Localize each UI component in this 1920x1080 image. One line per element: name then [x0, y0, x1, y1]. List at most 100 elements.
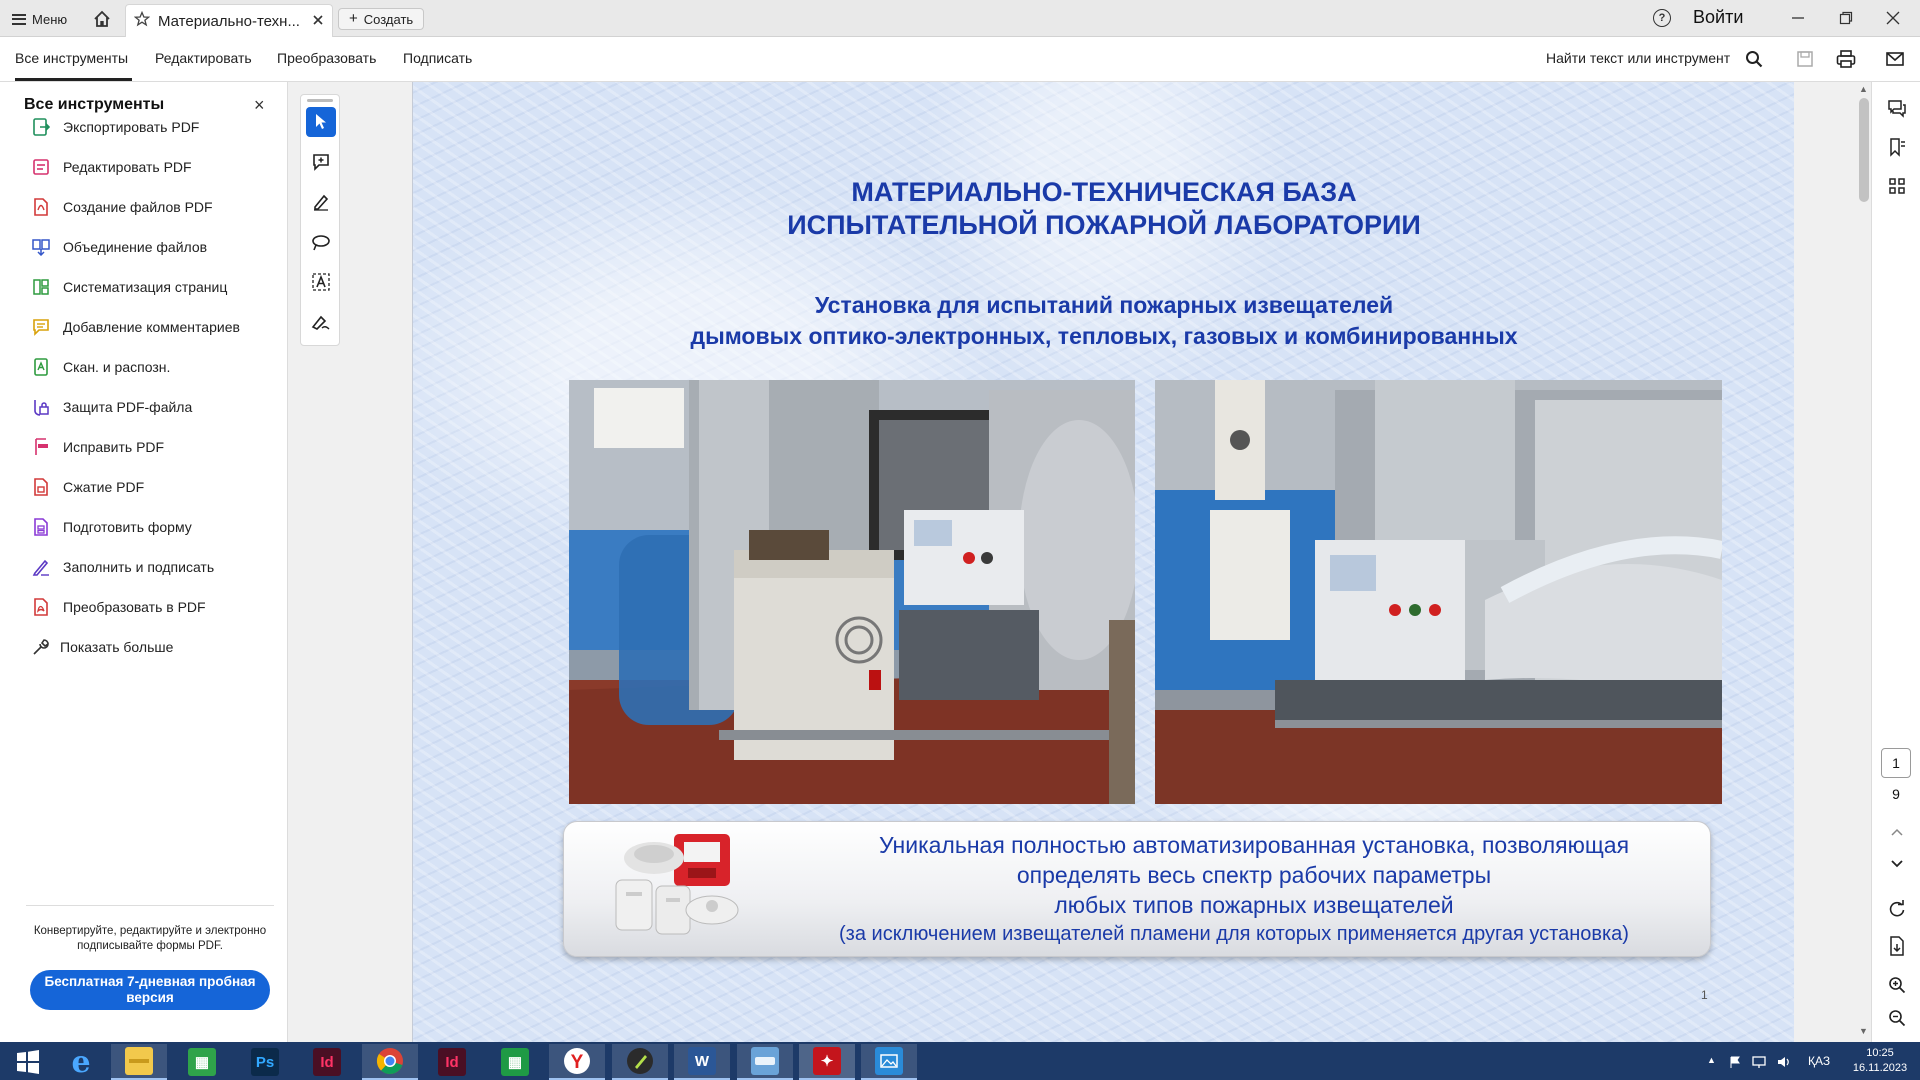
bookmarks-icon[interactable] [1887, 137, 1907, 157]
free-trial-button[interactable]: Бесплатная 7-дневная пробная версия [30, 970, 270, 1010]
tab-edit[interactable]: Редактировать [155, 50, 252, 66]
previous-page-icon[interactable] [1887, 822, 1907, 842]
tab-title: Материально-техн... [158, 12, 300, 30]
draw-lasso-icon[interactable] [306, 227, 336, 257]
caption-line3: любых типов пожарных извещателей [1054, 892, 1454, 918]
tool-label: Защита PDF-файла [63, 399, 193, 415]
yandex-browser-icon[interactable]: Y [549, 1044, 605, 1080]
close-tab-icon[interactable] [312, 13, 324, 30]
tool-combine-files[interactable]: Объединение файлов [32, 236, 207, 258]
tab-convert[interactable]: Преобразовать [277, 50, 376, 66]
thumbnails-grid-icon[interactable] [1887, 176, 1907, 196]
document-tab[interactable]: Материально-техн... [125, 4, 333, 37]
word-icon[interactable]: W [674, 1044, 730, 1080]
find-tool-label[interactable]: Найти текст или инструмент [1546, 50, 1730, 66]
doc-subheading-line2: дымовых оптико-электронных, тепловых, га… [690, 323, 1518, 349]
calculator-icon[interactable]: ▦ [487, 1044, 543, 1080]
close-window-icon[interactable] [1878, 6, 1908, 30]
flag-icon[interactable] [1729, 1055, 1741, 1068]
panel-divider [26, 905, 274, 906]
star-icon[interactable] [133, 10, 151, 31]
tool-prepare-form[interactable]: Подготовить форму [32, 516, 192, 538]
add-comment-icon[interactable] [306, 147, 336, 177]
search-icon[interactable] [1743, 48, 1765, 70]
create-pdf-icon [32, 198, 50, 216]
volume-icon[interactable] [1777, 1055, 1789, 1067]
indesign-icon[interactable]: Id [299, 1044, 355, 1080]
create-button[interactable]: + Создать [338, 8, 425, 30]
language-indicator[interactable]: ҚАЗ [1808, 1054, 1830, 1068]
tool-scan-ocr[interactable]: Скан. и распозн. [32, 356, 170, 378]
tool-compress-pdf[interactable]: Сжатие PDF [32, 476, 144, 498]
scroll-up-arrow-icon[interactable]: ▲ [1859, 84, 1868, 94]
tool-label: Экспортировать PDF [63, 119, 200, 135]
caption-line2: определять весь спектр рабочих параметры [1016, 862, 1492, 888]
internet-explorer-icon[interactable]: e [53, 1044, 109, 1080]
print-icon[interactable] [1835, 48, 1857, 70]
zoom-in-icon[interactable] [1887, 975, 1907, 995]
caption-panel: Уникальная полностью автоматизированная … [563, 821, 1711, 957]
network-icon[interactable] [1752, 1055, 1766, 1068]
help-icon[interactable]: ? [1653, 9, 1671, 27]
scrollbar-thumb[interactable] [1859, 98, 1869, 202]
comments-panel-icon[interactable] [1887, 98, 1907, 118]
tool-fill-sign[interactable]: Заполнить и подписать [32, 556, 214, 578]
pdf-page[interactable]: МАТЕРИАЛЬНО-ТЕХНИЧЕСКАЯ БАЗА ИСПЫТАТЕЛЬН… [412, 82, 1794, 1042]
home-icon[interactable] [92, 9, 114, 29]
clock-date: 16.11.2023 [1852, 1062, 1908, 1074]
show-more-button[interactable]: Показать больше [32, 636, 173, 658]
vertical-scrollbar[interactable]: ▲ ▼ [1857, 82, 1871, 1042]
chess-app-icon[interactable] [612, 1044, 668, 1080]
all-tools-panel: Все инструменты × Экспортировать PDF Ред… [0, 82, 288, 1042]
create-label: Создать [363, 11, 414, 27]
save-icon[interactable] [1794, 48, 1816, 70]
page-number-input[interactable]: 1 [1881, 748, 1911, 778]
wrench-icon [32, 638, 50, 656]
tray-expand-icon[interactable]: ▲ [1707, 1055, 1719, 1067]
tool-create-pdf[interactable]: Создание файлов PDF [32, 196, 213, 218]
rotate-icon[interactable] [1887, 899, 1907, 919]
sign-pen-icon[interactable] [306, 307, 336, 337]
close-panel-icon[interactable]: × [254, 96, 265, 114]
page-extract-icon[interactable] [1887, 936, 1907, 956]
main-toolbar: Все инструменты Редактировать Преобразов… [0, 37, 1920, 82]
tool-protect-pdf[interactable]: Защита PDF-файла [32, 396, 192, 418]
tool-export-pdf[interactable]: Экспортировать PDF [32, 116, 199, 138]
tool-label: Сжатие PDF [63, 479, 145, 495]
convert-pdf-icon [32, 598, 50, 616]
store-icon[interactable]: ▦ [174, 1044, 230, 1080]
text-box-icon[interactable] [306, 267, 336, 297]
photos-app-icon[interactable] [861, 1044, 917, 1080]
zoom-out-icon[interactable] [1887, 1008, 1907, 1028]
email-icon[interactable] [1884, 48, 1906, 70]
tool-organize-pages[interactable]: Систематизация страниц [32, 276, 227, 298]
start-button[interactable] [0, 1044, 56, 1080]
signin-button[interactable]: Войти [1693, 7, 1743, 28]
menu-button[interactable]: Меню [12, 9, 67, 29]
scroll-down-arrow-icon[interactable]: ▼ [1859, 1026, 1868, 1036]
tool-add-comments[interactable]: Добавление комментариев [32, 316, 240, 338]
file-explorer-icon[interactable] [111, 1044, 167, 1080]
combine-files-icon [32, 238, 50, 257]
chrome-icon[interactable] [362, 1044, 418, 1080]
indesign-icon-2[interactable]: Id [424, 1044, 480, 1080]
active-tab-underline [15, 78, 132, 81]
lab-photo-left [569, 380, 1135, 804]
acrobat-icon[interactable]: ✦ [799, 1044, 855, 1080]
drag-handle[interactable] [307, 99, 333, 102]
minimize-icon[interactable] [1783, 6, 1813, 30]
tool-edit-pdf[interactable]: Редактировать PDF [32, 156, 192, 178]
clock[interactable]: 10:25 16.11.2023 [1848, 1046, 1912, 1076]
scanner-app-icon[interactable] [737, 1044, 793, 1080]
select-tool-icon[interactable] [306, 107, 336, 137]
page-total: 9 [1892, 786, 1900, 802]
next-page-icon[interactable] [1887, 854, 1907, 874]
restore-icon[interactable] [1831, 6, 1861, 30]
tool-redact-pdf[interactable]: Исправить PDF [32, 436, 164, 458]
tab-all-tools[interactable]: Все инструменты [15, 50, 128, 66]
photoshop-icon[interactable]: Ps [237, 1044, 293, 1080]
fire-detectors-image [612, 830, 742, 948]
tab-sign[interactable]: Подписать [403, 50, 472, 66]
highlight-pen-icon[interactable] [306, 187, 336, 217]
tool-convert-to-pdf[interactable]: Преобразовать в PDF [32, 596, 206, 618]
